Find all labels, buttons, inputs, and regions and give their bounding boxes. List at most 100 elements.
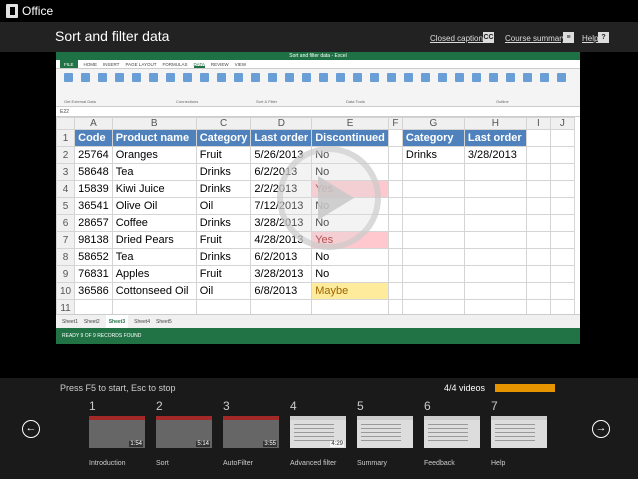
excel-tab-review: REVIEW xyxy=(210,62,229,67)
ribbon-group-label: Sort & Filter xyxy=(256,99,278,104)
chapter-thumbnail[interactable]: 5:14 xyxy=(156,416,212,448)
chapter-number: 6 xyxy=(424,399,431,413)
cell xyxy=(549,146,575,164)
thumbnail-text-line xyxy=(361,440,401,441)
cell: Category xyxy=(195,129,252,147)
closed-captions-icon[interactable]: CC xyxy=(483,32,494,43)
cell xyxy=(525,197,551,215)
chapter-1[interactable]: 1 1:54 Introduction xyxy=(89,399,145,467)
chapter-number: 7 xyxy=(491,399,498,413)
ribbon-command-icon xyxy=(132,73,141,82)
chapter-4[interactable]: 4 4:29 Advanced filter xyxy=(290,399,346,467)
cell xyxy=(387,180,403,198)
cell xyxy=(549,265,575,283)
chapter-7[interactable]: 7 Help xyxy=(491,399,547,467)
thumbnail-text-line xyxy=(428,436,468,437)
play-button[interactable] xyxy=(277,146,381,250)
table-row: 8 58652 Tea Drinks 6/2/2013 No xyxy=(56,248,575,266)
cell: Drinks xyxy=(195,248,252,266)
column-header: C xyxy=(195,117,252,130)
help-link[interactable]: Help xyxy=(582,34,598,43)
excel-formula-bar: E22 xyxy=(56,107,580,117)
cell xyxy=(525,180,551,198)
chapter-6[interactable]: 6 Feedback xyxy=(424,399,480,467)
help-icon[interactable]: ? xyxy=(598,32,609,43)
cell: Fruit xyxy=(195,146,252,164)
thumbnail-text-line xyxy=(495,424,535,425)
chapter-panel: Press F5 to start, Esc to stop 4/4 video… xyxy=(0,378,638,479)
cell: No xyxy=(311,248,389,266)
chapter-thumbnail[interactable]: 3:55 xyxy=(223,416,279,448)
previous-arrow-icon[interactable]: ← xyxy=(22,420,40,438)
excel-tab-home: HOME xyxy=(83,62,98,67)
cell: 6/2/2013 xyxy=(250,248,313,266)
row-header: 3 xyxy=(56,163,76,181)
table-row: 10 36586 Cottonseed Oil Oil 6/8/2013 Maybe xyxy=(56,282,575,300)
excel-title-bar: Sort and filter data - Excel xyxy=(56,52,580,60)
cell xyxy=(549,163,575,181)
ribbon-command-icon xyxy=(421,73,430,82)
chapter-thumbnail[interactable]: 1:54 xyxy=(89,416,145,448)
ribbon-command-icon xyxy=(336,73,345,82)
chapter-thumbnail[interactable]: 4:29 xyxy=(290,416,346,448)
cell xyxy=(401,197,465,215)
cell: 76831 xyxy=(74,265,113,283)
cell: Drinks xyxy=(195,163,252,181)
ribbon-command-icon xyxy=(200,73,209,82)
cell: Last order xyxy=(250,129,313,147)
cell: 58648 xyxy=(74,163,113,181)
page-title: Sort and filter data xyxy=(55,28,170,44)
cell: Oil xyxy=(195,282,252,300)
ribbon-command-icon xyxy=(319,73,328,82)
cell: 6/8/2013 xyxy=(250,282,313,300)
chapter-name: Help xyxy=(491,460,506,467)
cell xyxy=(387,163,403,181)
thumbnail-text-line xyxy=(361,424,401,425)
chapter-number: 2 xyxy=(156,399,163,413)
chapter-thumbnail[interactable] xyxy=(424,416,480,448)
ribbon-command-icon xyxy=(183,73,192,82)
excel-tab-page-layout: PAGE LAYOUT xyxy=(125,62,157,67)
thumbnail-text-line xyxy=(495,428,535,429)
chapter-name: Feedback xyxy=(424,460,455,467)
chapter-5[interactable]: 5 Summary xyxy=(357,399,413,467)
thumbnail-text-line xyxy=(428,432,468,433)
row-header: 2 xyxy=(56,146,76,164)
chapter-3[interactable]: 3 3:55 AutoFilter xyxy=(223,399,279,467)
table-row: 9 76831 Apples Fruit 3/28/2013 No xyxy=(56,265,575,283)
chapter-thumbnail[interactable] xyxy=(357,416,413,448)
sheet-tab: Sheet2 xyxy=(83,319,100,325)
chapter-thumbnail[interactable] xyxy=(491,416,547,448)
row-header: 10 xyxy=(56,282,76,300)
table-row: 1 Code Product name Category Last order Disco… xyxy=(56,129,575,147)
course-summary-icon[interactable]: ≡ xyxy=(563,32,574,43)
cell xyxy=(401,163,465,181)
cell xyxy=(525,214,551,232)
course-summary-link[interactable]: Course summary xyxy=(505,34,566,43)
next-arrow-icon[interactable]: → xyxy=(592,420,610,438)
ribbon-group-label: Connections xyxy=(176,99,199,104)
cell: 3/28/2013 xyxy=(250,265,313,283)
chapter-2[interactable]: 2 5:14 Sort xyxy=(156,399,212,467)
ribbon-command-icon xyxy=(489,73,498,82)
excel-status-bar: READY 9 OF 9 RECORDS FOUND xyxy=(56,328,580,344)
press-hint: Press F5 to start, Esc to stop xyxy=(60,383,176,393)
cell xyxy=(525,248,551,266)
column-header: B xyxy=(111,117,197,130)
row-header: 7 xyxy=(56,231,76,249)
cell: 15839 xyxy=(74,180,113,198)
thumbnail-header xyxy=(156,416,212,420)
cell: Product name xyxy=(111,129,197,147)
cell xyxy=(463,214,527,232)
closed-captions-link[interactable]: Closed captions xyxy=(430,34,487,43)
cell: Coffee xyxy=(111,214,197,232)
ribbon-command-icon xyxy=(540,73,549,82)
chapter-number: 5 xyxy=(357,399,364,413)
thumbnail-header xyxy=(491,416,547,420)
cell: Drinks xyxy=(195,180,252,198)
ribbon-command-icon xyxy=(268,73,277,82)
videos-progress-fill xyxy=(495,384,555,392)
video-player[interactable]: Sort and filter data - Excel FILE HOME INS… xyxy=(56,52,580,344)
excel-window-title: Sort and filter data - Excel xyxy=(289,53,347,59)
chapter-name: Advanced filter xyxy=(290,460,337,467)
